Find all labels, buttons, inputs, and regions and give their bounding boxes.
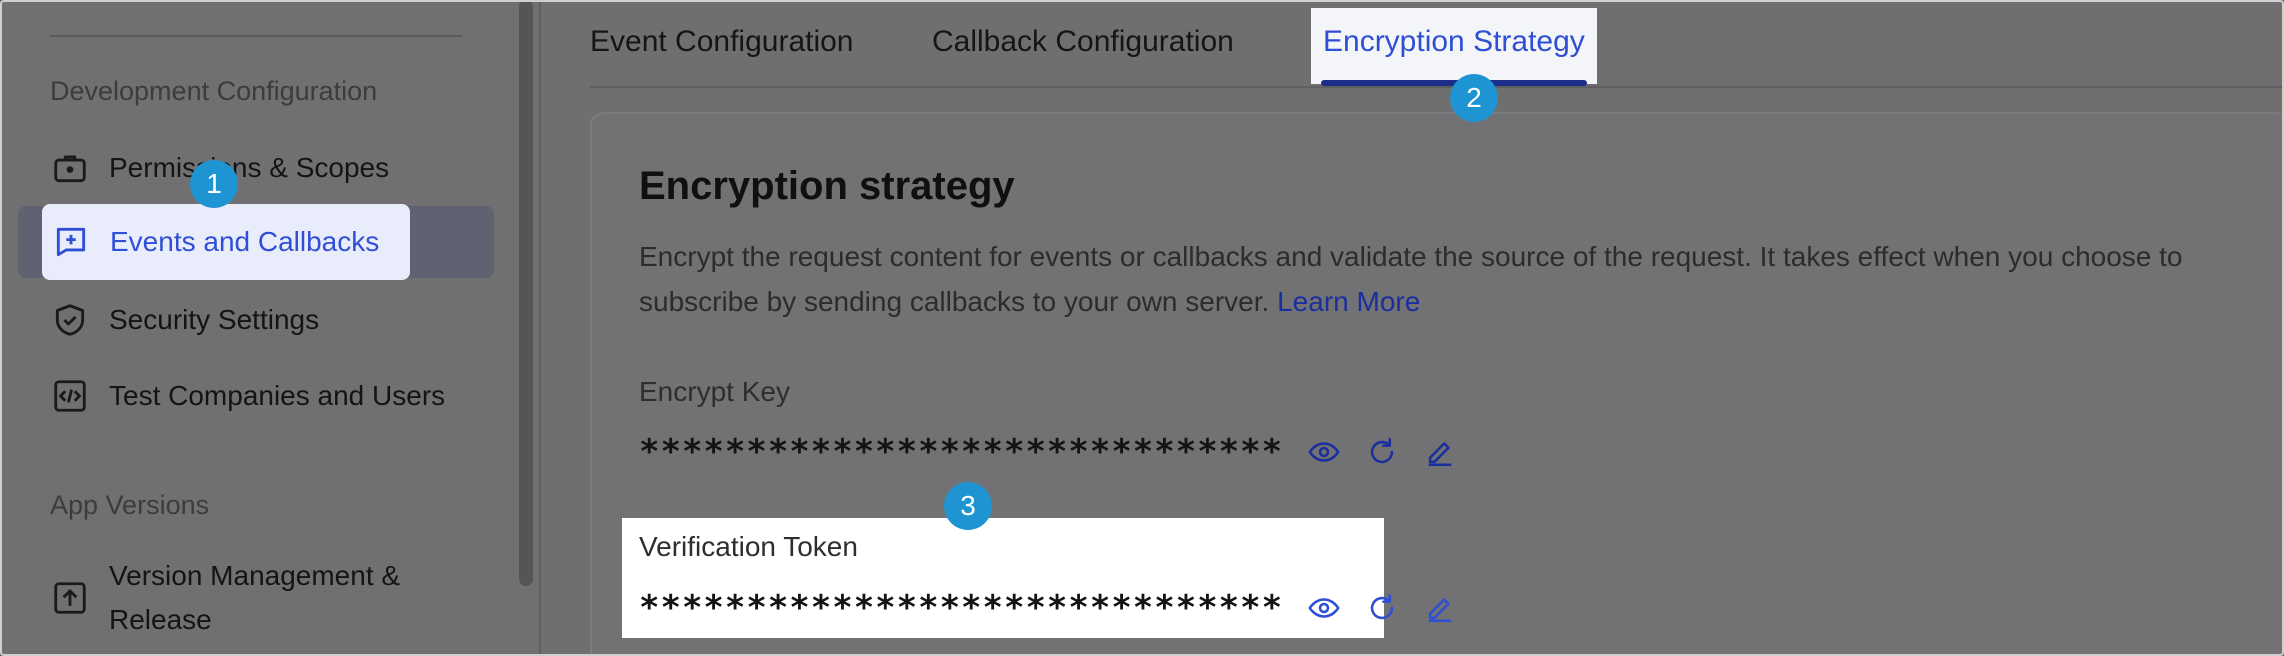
tab-bar: Event Configuration Callback Configurati… (541, 0, 2284, 88)
step-badge-3: 3 (944, 482, 992, 530)
tabs-divider (590, 86, 2284, 88)
eye-icon[interactable] (1307, 591, 1341, 625)
verification-token-row: ****************************** (639, 588, 1457, 628)
upload-box-icon (51, 579, 89, 617)
verification-token-label: Verification Token (639, 531, 858, 562)
sidebar-item-label: Security Settings (109, 304, 320, 335)
sidebar-divider (50, 35, 462, 37)
tab-event-configuration[interactable]: Event Configuration (590, 8, 854, 84)
briefcase-icon (51, 149, 89, 187)
learn-more-link[interactable]: Learn More (1277, 286, 1420, 317)
sidebar-item-label-line1: Version Management & (109, 560, 401, 591)
sidebar-item-label-line2: Release (109, 604, 212, 635)
tab-encryption-strategy[interactable]: Encryption Strategy (1311, 8, 1597, 86)
encrypt-key-row: ****************************** (639, 432, 1457, 472)
tab-callback-configuration[interactable]: Callback Configuration (932, 8, 1234, 84)
eye-icon[interactable] (1307, 435, 1341, 469)
sidebar-item-permissions[interactable]: Permissions & Scopes (18, 132, 494, 204)
card-description: Encrypt the request content for events o… (639, 234, 2239, 324)
encrypt-key-label: Encrypt Key (639, 376, 790, 407)
sidebar: Development Configuration Permissions & … (0, 0, 541, 656)
edit-icon[interactable] (1423, 435, 1457, 469)
sidebar-scrollbar[interactable] (519, 0, 533, 586)
section-title-development: Development Configuration (50, 76, 378, 106)
sidebar-item-version-management[interactable]: Version Management & Release (18, 552, 494, 644)
tab-label: Encryption Strategy (1323, 25, 1585, 58)
refresh-icon[interactable] (1365, 591, 1399, 625)
sidebar-item-label: Permissions & Scopes (109, 152, 390, 183)
edit-icon[interactable] (1423, 591, 1457, 625)
sidebar-item-test-companies[interactable]: Test Companies and Users (18, 360, 494, 432)
step-badge-1: 1 (190, 160, 238, 208)
verification-token-value: ****************************** (639, 588, 1284, 628)
step-badge-2: 2 (1450, 74, 1498, 122)
encrypt-key-value: ****************************** (639, 432, 1284, 472)
sidebar-item-label: Events and Callbacks (110, 226, 380, 257)
section-title-app-versions: App Versions (50, 490, 210, 520)
refresh-icon[interactable] (1365, 435, 1399, 469)
sidebar-item-events[interactable]: Events and Callbacks (42, 204, 410, 280)
shield-check-icon (51, 301, 89, 339)
sidebar-border (539, 0, 541, 656)
sidebar-item-security[interactable]: Security Settings (18, 284, 494, 356)
code-box-icon (51, 377, 89, 415)
card-title: Encryption strategy (639, 164, 1015, 208)
sidebar-item-label: Test Companies and Users (109, 380, 446, 411)
event-plus-icon (52, 223, 90, 261)
